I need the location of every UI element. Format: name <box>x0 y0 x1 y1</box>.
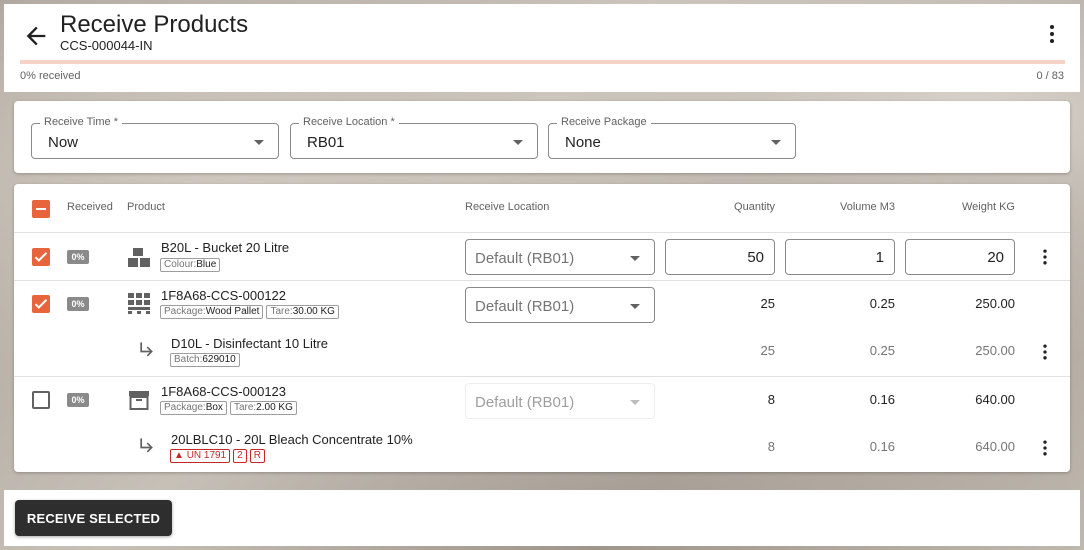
column-header-product: Product <box>127 201 165 213</box>
volume-value: 0.25 <box>869 343 895 358</box>
dropdown-caret-icon <box>630 304 640 309</box>
check-icon <box>34 299 48 309</box>
hazard-labels: ▲ UN 1791 2 R <box>170 449 268 463</box>
back-arrow-icon[interactable] <box>22 22 50 50</box>
attribute-chip: Tare:2.00 KG <box>229 401 297 415</box>
receive-location-value: RB01 <box>307 134 345 151</box>
quantity-value: 8 <box>767 439 775 454</box>
receive-options-card: Receive Time * Now Receive Location * RB… <box>14 101 1070 173</box>
volume-value: 0.25 <box>869 296 895 311</box>
select-all-checkbox[interactable] <box>32 200 50 218</box>
product-name: D10L - Disinfectant 10 Litre <box>171 336 329 351</box>
box-icon <box>129 391 149 410</box>
more-vert-icon[interactable] <box>1040 22 1064 46</box>
quantity-value: 25 <box>760 343 775 358</box>
divider <box>14 232 1070 233</box>
receive-package-label: Receive Package <box>557 116 651 128</box>
dropdown-caret-icon <box>771 140 781 145</box>
product-attributes: Package:Box Tare:2.00 KG <box>160 401 300 415</box>
column-header-weight: Weight KG <box>962 201 1015 213</box>
received-percent-badge: 0% <box>67 393 89 407</box>
hazard-code-chip: R <box>249 449 265 463</box>
receive-time-value: Now <box>48 134 79 151</box>
more-vert-icon[interactable] <box>1035 438 1055 458</box>
row-checkbox[interactable] <box>32 391 50 409</box>
indeterminate-icon <box>36 208 46 210</box>
product-name: 20LBLC10 - 20L Bleach Concentrate 10% <box>171 432 413 447</box>
dropdown-caret-icon <box>630 400 640 405</box>
receive-time-label: Receive Time * <box>40 116 122 128</box>
row-location-select[interactable]: Default (RB01) <box>465 287 655 323</box>
more-vert-icon[interactable] <box>1035 247 1055 267</box>
receive-package-select[interactable]: Receive Package None <box>548 116 796 159</box>
product-name: B20L - Bucket 20 Litre <box>161 240 290 255</box>
received-percent-badge: 0% <box>67 297 89 311</box>
column-header-volume: Volume M3 <box>839 201 895 213</box>
product-attributes: Batch:629010 <box>170 353 243 367</box>
divider <box>14 376 1070 377</box>
page-subtitle: CCS-000044-IN <box>60 38 153 53</box>
dropdown-caret-icon <box>254 140 264 145</box>
row-checkbox[interactable] <box>32 295 50 313</box>
receive-package-value: None <box>565 134 601 151</box>
received-percent-badge: 0% <box>67 250 89 264</box>
quantity-input[interactable] <box>665 239 775 275</box>
dropdown-caret-icon <box>513 140 523 145</box>
product-attributes: Package:Wood Pallet Tare:30.00 KG <box>160 305 342 319</box>
quantity-value: 25 <box>760 296 775 311</box>
attribute-chip: Package:Wood Pallet <box>160 305 264 319</box>
divider <box>14 280 1070 281</box>
weight-value: 250.00 <box>975 296 1015 311</box>
receive-location-select[interactable]: Receive Location * RB01 <box>290 116 538 159</box>
products-table: Received Product Receive Location Quanti… <box>14 184 1070 472</box>
quantity-value: 8 <box>767 392 775 407</box>
pallet-icon <box>128 293 150 314</box>
product-name: 1F8A68-CCS-000123 <box>161 384 287 399</box>
attribute-chip: Package:Box <box>160 401 227 415</box>
attribute-chip: Batch:629010 <box>170 353 240 367</box>
warning-icon: ▲ <box>174 450 184 461</box>
subdirectory-arrow-icon <box>140 438 153 453</box>
column-header-quantity: Quantity <box>734 201 775 213</box>
row-checkbox[interactable] <box>32 248 50 266</box>
weight-value: 640.00 <box>975 439 1015 454</box>
weight-value: 640.00 <box>975 392 1015 407</box>
more-vert-icon[interactable] <box>1035 342 1055 362</box>
row-location-select[interactable]: Default (RB01) <box>465 239 655 275</box>
weight-value: 250.00 <box>975 343 1015 358</box>
weight-input[interactable] <box>905 239 1015 275</box>
receive-time-select[interactable]: Receive Time * Now <box>31 116 279 159</box>
receive-location-label: Receive Location * <box>299 116 399 128</box>
attribute-chip: Tare:30.00 KG <box>266 305 339 319</box>
row-location-value: Default (RB01) <box>475 250 575 267</box>
subdirectory-arrow-icon <box>140 342 153 357</box>
bucket-icon <box>128 248 150 267</box>
progress-count: 0 / 83 <box>1036 70 1064 82</box>
receive-selected-button[interactable]: RECEIVE SELECTED <box>15 500 172 536</box>
product-attributes: Colour:Blue <box>160 258 223 272</box>
row-location-value: Default (RB01) <box>475 394 575 411</box>
un-number-chip: ▲ UN 1791 <box>170 449 231 463</box>
volume-value: 0.16 <box>869 439 895 454</box>
hazard-class-chip: 2 <box>233 449 247 463</box>
product-name: 1F8A68-CCS-000122 <box>161 288 287 303</box>
column-header-location: Receive Location <box>465 201 550 213</box>
row-location-select: Default (RB01) <box>465 383 655 419</box>
dropdown-caret-icon <box>630 256 640 261</box>
column-header-received: Received <box>67 201 113 213</box>
row-location-value: Default (RB01) <box>475 298 575 315</box>
attribute-chip: Colour:Blue <box>160 258 221 272</box>
page-title: Receive Products <box>60 11 249 38</box>
volume-value: 0.16 <box>869 392 895 407</box>
page-header: Receive Products CCS-000044-IN 0% receiv… <box>4 4 1080 92</box>
progress-label: 0% received <box>20 70 81 82</box>
volume-input[interactable] <box>785 239 895 275</box>
page-footer: RECEIVE SELECTED <box>4 490 1080 546</box>
receive-progress-bar <box>20 60 1065 64</box>
check-icon <box>34 252 48 262</box>
